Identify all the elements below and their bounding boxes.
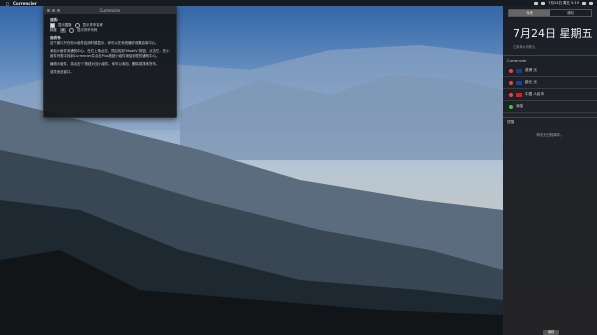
no-events-note: 明天无日程事件。 [536, 133, 564, 137]
lunar-date: 乙未年六月初九 [513, 45, 536, 49]
search-icon[interactable] [582, 1, 586, 5]
tab-notifications[interactable]: 通知 [550, 10, 591, 16]
show-code-radio[interactable] [68, 28, 74, 33]
currency-row[interactable]: 中国 人民币 [503, 89, 597, 101]
add-label: 添加 [516, 104, 524, 108]
remove-icon[interactable] [509, 68, 513, 73]
menu-extras: 7月24日 周五 5:19 [534, 1, 593, 6]
show-code-label: 显示货币代码 [76, 28, 98, 32]
help-paragraph-4: 或关闭此窗口。 [50, 70, 74, 74]
help-paragraph-1: 这个窗口只在你小组件启用时候显示，你可以在系统偏好设置启用中心。 [50, 41, 159, 45]
wifi-icon[interactable] [534, 1, 539, 5]
currency-row[interactable]: 英镑 元 [503, 65, 597, 77]
app-menu[interactable]: Currencier [13, 1, 37, 6]
eu-flag-icon [516, 80, 522, 85]
precision-stepper[interactable]: 4 [59, 28, 66, 33]
precision-label: 精度 [50, 28, 57, 32]
currency-name: 中国 人民币 [525, 92, 545, 96]
nc-segmented-control: 今天 通知 [508, 9, 592, 17]
currencier-widget-title: Currencier [503, 55, 597, 65]
add-icon[interactable] [509, 104, 513, 109]
today-date: 7月24日 星期五 [513, 27, 593, 40]
notification-icon[interactable] [589, 1, 593, 5]
window-titlebar: Currencier [44, 7, 176, 14]
help-paragraph-2: 添加小组件到通知中心，在右上角点击，然后找到"Modify"按钮，点击它，在小组… [50, 49, 170, 58]
edit-button[interactable]: 编辑 [543, 330, 559, 335]
currency-row[interactable]: 欧元 元 [503, 77, 597, 89]
preferences-window: Currencier 选项: 显示国旗 显示货币名称 精度 4 显示货币代码 说… [43, 6, 177, 118]
currency-name: 欧元 元 [525, 80, 537, 84]
currency-name: 英镑 元 [525, 68, 537, 72]
tab-today[interactable]: 今天 [509, 10, 550, 16]
menubar-clock[interactable]: 7月24日 周五 5:19 [548, 1, 579, 6]
help-paragraph-3: 编辑小组件，将点击"i"按钮对当小组件，你可以添加，删除或排序货币。 [50, 62, 160, 66]
uk-flag-icon [516, 68, 522, 73]
window-title: Currencier [99, 8, 121, 13]
apple-icon[interactable]:  [5, 1, 10, 6]
remove-icon[interactable] [509, 92, 513, 97]
reminders-section-title: 提醒 [503, 117, 597, 127]
add-currency-row[interactable]: 添加 [503, 101, 597, 113]
notification-center: 今天 通知 7月24日 星期五 乙未年六月初九 Currencier 英镑 元 … [503, 6, 597, 335]
remove-icon[interactable] [509, 80, 513, 85]
volume-icon[interactable] [541, 1, 546, 5]
cn-flag-icon [516, 92, 522, 97]
